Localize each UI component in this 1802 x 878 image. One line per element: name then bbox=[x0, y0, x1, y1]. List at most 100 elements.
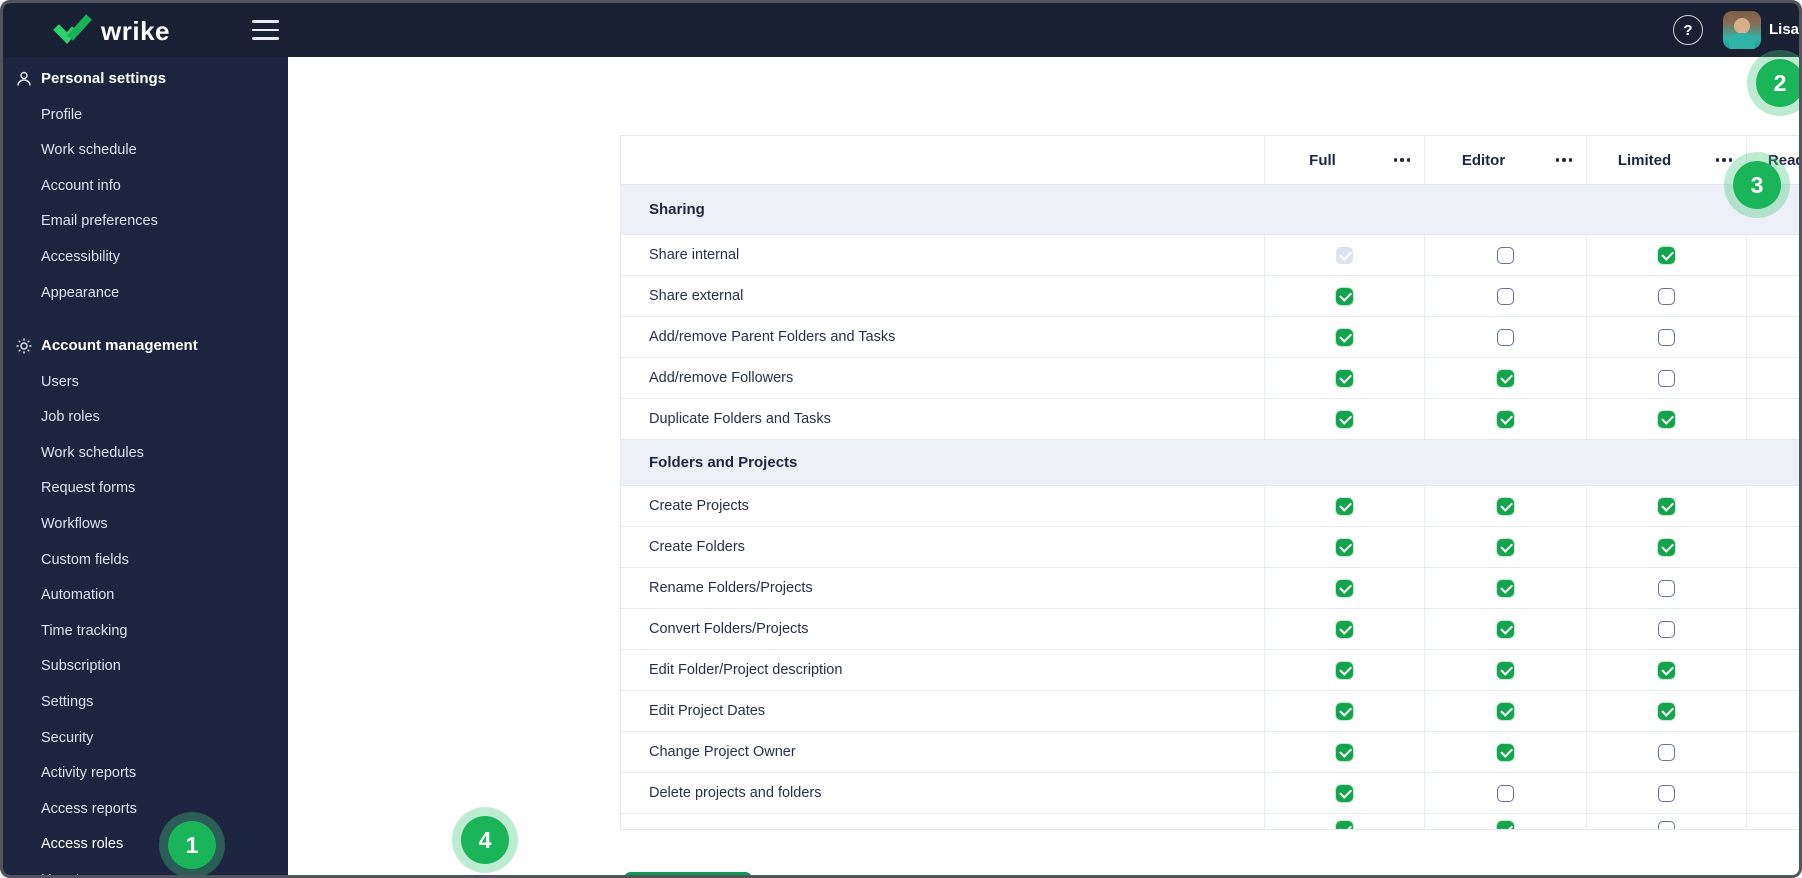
ellipsis-icon[interactable] bbox=[1392, 152, 1413, 168]
checkbox-unchecked[interactable] bbox=[1658, 821, 1675, 829]
sidebar-item-custom-fields[interactable]: Custom fields bbox=[3, 546, 288, 574]
checkbox-checked[interactable] bbox=[1658, 246, 1675, 264]
checkbox-unchecked[interactable] bbox=[1658, 328, 1675, 346]
section-header-folders-and-projects: Folders and Projects bbox=[621, 439, 1799, 485]
permission-label: Add/remove Parent Folders and Tasks bbox=[649, 329, 896, 345]
checkbox-unchecked[interactable] bbox=[1658, 620, 1675, 638]
checkbox-checked[interactable] bbox=[1336, 661, 1353, 679]
sidebar-item-request-forms[interactable]: Request forms bbox=[3, 474, 288, 502]
avatar[interactable] bbox=[1723, 11, 1761, 49]
checkbox-unchecked[interactable] bbox=[1497, 784, 1514, 802]
checkbox-checked[interactable] bbox=[1336, 743, 1353, 761]
permission-cell bbox=[1424, 773, 1586, 813]
checkbox-checked[interactable] bbox=[1658, 410, 1675, 428]
checkbox-checked[interactable] bbox=[1497, 661, 1514, 679]
sidebar-item-profile[interactable]: Profile bbox=[3, 101, 288, 129]
checkbox-checked[interactable] bbox=[1497, 579, 1514, 597]
checkbox-checked[interactable] bbox=[1497, 497, 1514, 515]
sidebar-item-email-preferences[interactable]: Email preferences bbox=[3, 207, 288, 235]
column-menu-button[interactable] bbox=[1702, 152, 1746, 168]
checkbox-checked[interactable] bbox=[1497, 821, 1514, 829]
callout-badge-2: 2 bbox=[1756, 59, 1799, 107]
checkbox-checked[interactable] bbox=[1497, 538, 1514, 556]
save-changes-button[interactable]: Save changes bbox=[623, 872, 753, 875]
checkbox-checked[interactable] bbox=[1497, 702, 1514, 720]
permission-label: Rename Folders/Projects bbox=[649, 580, 813, 596]
sidebar-item-work-schedules[interactable]: Work schedules bbox=[3, 439, 288, 467]
sidebar-item-security[interactable]: Security bbox=[3, 724, 288, 752]
checkbox-unchecked[interactable] bbox=[1658, 369, 1675, 387]
sidebar-item-settings[interactable]: Settings bbox=[3, 688, 288, 716]
checkbox-checked[interactable] bbox=[1336, 328, 1353, 346]
sidebar-item-appearance[interactable]: Appearance bbox=[3, 279, 288, 307]
permission-cell bbox=[1746, 773, 1799, 813]
checkbox-unchecked[interactable] bbox=[1658, 784, 1675, 802]
permission-label: Add/remove Followers bbox=[649, 370, 794, 386]
ellipsis-icon[interactable] bbox=[1714, 152, 1735, 168]
checkbox-unchecked[interactable] bbox=[1658, 743, 1675, 761]
checkbox-checked[interactable] bbox=[1336, 410, 1353, 428]
permission-cell bbox=[1264, 609, 1424, 649]
sidebar-item-job-roles[interactable]: Job roles bbox=[3, 403, 288, 431]
sidebar-item-workflows[interactable]: Workflows bbox=[3, 510, 288, 538]
sidebar-item-time-tracking[interactable]: Time tracking bbox=[3, 617, 288, 645]
permission-cell bbox=[1264, 568, 1424, 608]
callout-badge-4: 4 bbox=[461, 816, 509, 864]
wrike-logo[interactable]: wrike bbox=[53, 14, 170, 49]
checkbox-unchecked[interactable] bbox=[1658, 579, 1675, 597]
hamburger-menu-icon[interactable] bbox=[252, 20, 279, 40]
checkbox-checked[interactable] bbox=[1658, 661, 1675, 679]
checkbox-checked[interactable] bbox=[1336, 579, 1353, 597]
permission-cell bbox=[1264, 527, 1424, 567]
checkbox-checked[interactable] bbox=[1658, 538, 1675, 556]
sidebar-item-activity-reports[interactable]: Activity reports bbox=[3, 759, 288, 787]
checkbox-checked[interactable] bbox=[1497, 743, 1514, 761]
checkbox-checked[interactable] bbox=[1336, 287, 1353, 305]
sidebar-item-account-info[interactable]: Account info bbox=[3, 172, 288, 200]
table-row: Edit Folder/Project description bbox=[621, 649, 1799, 690]
sidebar-item-access-reports[interactable]: Access reports bbox=[3, 795, 288, 823]
column-header-full: Full bbox=[1264, 136, 1424, 184]
checkbox-unchecked[interactable] bbox=[1497, 328, 1514, 346]
checkbox-checked[interactable] bbox=[1336, 702, 1353, 720]
sidebar-item-access-roles[interactable]: Access roles bbox=[3, 830, 288, 858]
sidebar-item-automation[interactable]: Automation bbox=[3, 581, 288, 609]
checkbox-checked[interactable] bbox=[1336, 821, 1353, 829]
help-icon[interactable]: ? bbox=[1673, 15, 1703, 45]
checkbox-checked[interactable] bbox=[1336, 620, 1353, 638]
permission-cell bbox=[1746, 732, 1799, 772]
sidebar-item-user-types[interactable]: User types bbox=[3, 866, 288, 875]
column-label: Editor bbox=[1461, 151, 1506, 169]
person-icon bbox=[15, 70, 33, 88]
checkbox-unchecked[interactable] bbox=[1658, 287, 1675, 305]
column-menu-button[interactable] bbox=[1380, 152, 1424, 168]
checkbox-checked[interactable] bbox=[1336, 369, 1353, 387]
sidebar-item-work-schedule[interactable]: Work schedule bbox=[3, 136, 288, 164]
permission-cell bbox=[1424, 650, 1586, 690]
table-row: Share internal bbox=[621, 234, 1799, 275]
checkbox-checked[interactable] bbox=[1658, 497, 1675, 515]
checkbox-checked[interactable] bbox=[1336, 538, 1353, 556]
wrike-settings-window: wrike ? Lisa Personal settings Profile Wor… bbox=[0, 0, 1802, 878]
sidebar-item-subscription[interactable]: Subscription bbox=[3, 652, 288, 680]
checkbox-checked[interactable] bbox=[1658, 702, 1675, 720]
checkbox-unchecked[interactable] bbox=[1497, 287, 1514, 305]
sidebar-item-users[interactable]: Users bbox=[3, 368, 288, 396]
checkbox-checked[interactable] bbox=[1497, 369, 1514, 387]
column-label: Full bbox=[1309, 151, 1336, 169]
checkbox-unchecked[interactable] bbox=[1497, 246, 1514, 264]
ellipsis-icon[interactable] bbox=[1554, 152, 1575, 168]
permission-cell bbox=[1586, 486, 1746, 526]
checkbox-checked[interactable] bbox=[1336, 784, 1353, 802]
checkbox-checked[interactable] bbox=[1497, 620, 1514, 638]
checkbox-checked[interactable] bbox=[1497, 410, 1514, 428]
permission-label: Duplicate Folders and Tasks bbox=[649, 411, 831, 427]
permission-cell bbox=[1264, 317, 1424, 357]
user-name[interactable]: Lisa bbox=[1769, 21, 1799, 38]
checkbox-checked[interactable] bbox=[1336, 497, 1353, 515]
cancel-button[interactable]: Cancel bbox=[785, 872, 848, 875]
gear-icon bbox=[15, 337, 33, 355]
sidebar-item-accessibility[interactable]: Accessibility bbox=[3, 243, 288, 271]
top-bar: wrike ? Lisa bbox=[3, 3, 1799, 57]
column-menu-button[interactable] bbox=[1542, 152, 1586, 168]
